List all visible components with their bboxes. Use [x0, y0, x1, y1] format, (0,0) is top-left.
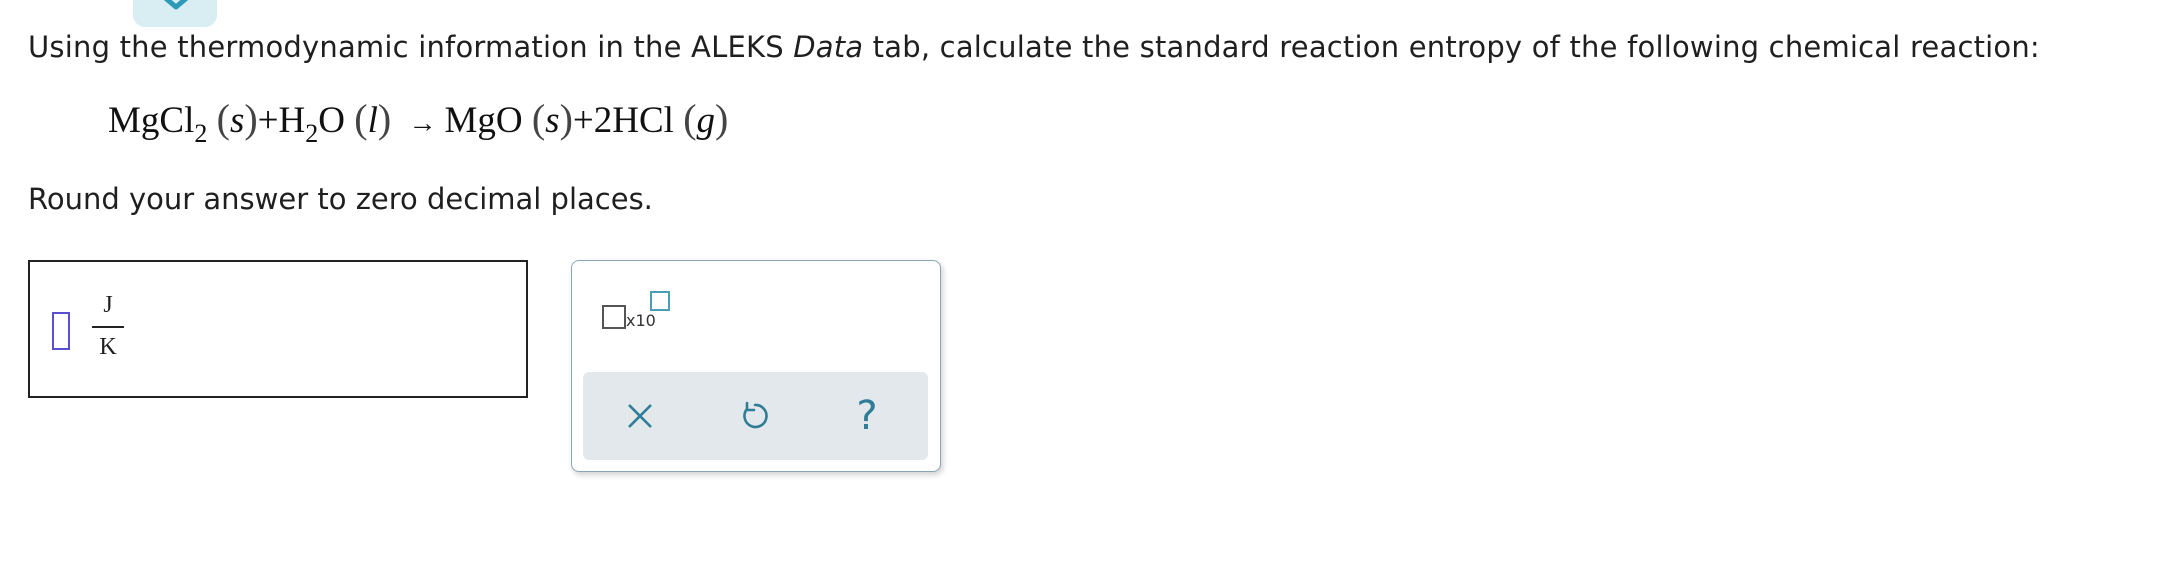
help-button[interactable]: ?: [845, 393, 889, 439]
product-hcl: 2HCl: [593, 100, 674, 141]
rounding-instruction: Round your answer to zero decimal places…: [28, 182, 653, 216]
subscript: 2: [305, 119, 319, 148]
undo-icon: [743, 401, 768, 429]
collapse-tab[interactable]: [133, 0, 217, 27]
math-tool-panel: x10 ?: [571, 260, 941, 472]
clear-button[interactable]: [618, 394, 662, 438]
reactant-mgcl2: MgCl: [108, 100, 195, 141]
plus-sign: +: [257, 100, 279, 141]
phase-label: s: [545, 100, 560, 141]
question-prefix: Using the thermodynamic information in t…: [28, 30, 794, 64]
question-suffix: tab, calculate the standard reaction ent…: [863, 30, 2040, 64]
close-icon: [628, 404, 652, 428]
answer-entry-field[interactable]: [52, 312, 70, 350]
chemical-equation: MgCl2 (s)+H2O (l) → MgO (s)+2HCl (g): [108, 96, 729, 148]
exponent-box-icon: [650, 291, 670, 311]
reactant-h2o: H: [278, 100, 306, 141]
unit-fraction: J K: [90, 292, 126, 361]
unit-numerator: J: [103, 292, 113, 318]
plus-sign: +: [572, 100, 594, 141]
product-mgo: MgO: [444, 100, 523, 141]
unit-denominator: K: [99, 334, 117, 360]
question-text: Using the thermodynamic information in t…: [28, 30, 2040, 64]
phase-label: g: [696, 100, 716, 141]
question-mark-icon: ?: [856, 393, 878, 439]
reaction-arrow: →: [408, 108, 437, 139]
reactant-h2o-o: O: [318, 100, 346, 141]
data-tab-reference: Data: [793, 30, 864, 64]
scientific-notation-button[interactable]: x10: [602, 291, 672, 341]
phase-label: l: [367, 100, 378, 141]
phase-label: s: [229, 100, 245, 141]
undo-button[interactable]: [733, 394, 777, 438]
answer-input[interactable]: J K: [28, 260, 528, 398]
fraction-bar: [92, 326, 124, 328]
action-bar: ?: [583, 372, 928, 460]
subscript: 2: [194, 119, 208, 148]
base-box-icon: [602, 305, 626, 329]
x10-label: x10: [626, 311, 656, 330]
chevron-down-icon: [163, 0, 189, 10]
